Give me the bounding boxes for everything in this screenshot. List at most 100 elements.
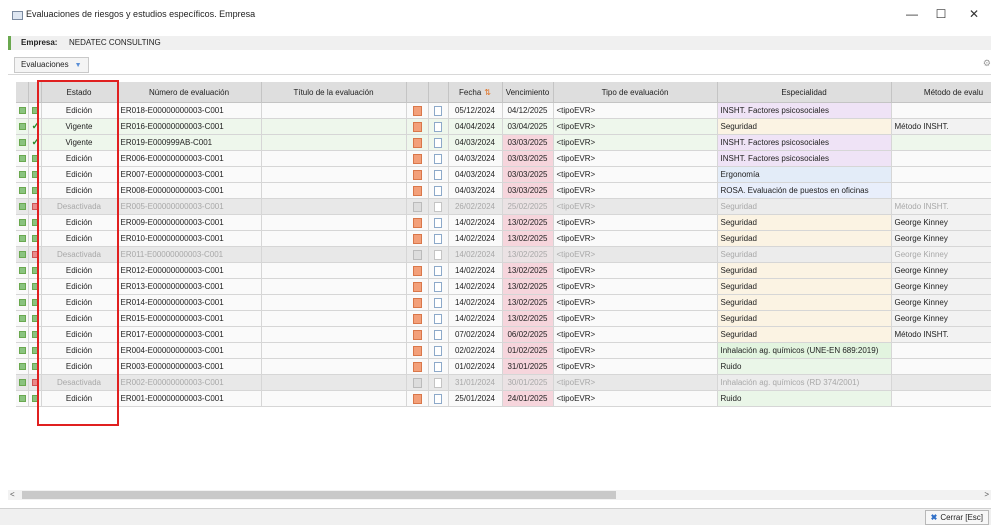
doc2-cell[interactable] bbox=[428, 342, 449, 359]
document-icon[interactable] bbox=[434, 265, 442, 276]
table-row[interactable]: Edición ER004-E00000000003-C001 02/02/2024… bbox=[16, 342, 991, 359]
maximize-button[interactable]: ☐ bbox=[926, 4, 956, 24]
close-window-button[interactable]: ✕ bbox=[959, 4, 989, 24]
document-icon[interactable] bbox=[434, 105, 442, 116]
document-icon[interactable] bbox=[434, 217, 442, 228]
report-icon[interactable] bbox=[412, 249, 422, 260]
report-icon[interactable] bbox=[412, 105, 422, 116]
row-select-cell[interactable] bbox=[16, 134, 29, 151]
doc-cell[interactable] bbox=[406, 262, 429, 279]
doc-cell[interactable] bbox=[406, 294, 429, 311]
row-select-cell[interactable] bbox=[16, 102, 29, 119]
doc2-cell[interactable] bbox=[428, 326, 449, 343]
document-icon[interactable] bbox=[434, 297, 442, 308]
header-col-estado[interactable]: Estado bbox=[41, 82, 118, 103]
doc-cell[interactable] bbox=[406, 390, 429, 407]
table-row[interactable]: Desactivada ER002-E00000000003-C001 31/01/… bbox=[16, 374, 991, 391]
document-icon[interactable] bbox=[434, 153, 442, 164]
select-square-icon[interactable] bbox=[19, 379, 26, 387]
row-select-cell[interactable] bbox=[16, 374, 29, 391]
report-icon[interactable] bbox=[412, 281, 422, 292]
doc-cell[interactable] bbox=[406, 374, 429, 391]
row-select-cell[interactable] bbox=[16, 278, 29, 295]
report-icon[interactable] bbox=[412, 377, 422, 388]
doc2-cell[interactable] bbox=[428, 390, 449, 407]
row-select-cell[interactable] bbox=[16, 358, 29, 375]
doc-cell[interactable] bbox=[406, 342, 429, 359]
header-col-vencimiento[interactable]: Vencimiento bbox=[502, 82, 554, 103]
row-select-cell[interactable] bbox=[16, 118, 29, 135]
select-square-icon[interactable] bbox=[19, 363, 26, 371]
doc-cell[interactable] bbox=[406, 150, 429, 167]
doc-cell[interactable] bbox=[406, 278, 429, 295]
select-square-icon[interactable] bbox=[19, 315, 26, 323]
report-icon[interactable] bbox=[412, 185, 422, 196]
doc2-cell[interactable] bbox=[428, 182, 449, 199]
doc2-cell[interactable] bbox=[428, 102, 449, 119]
table-row[interactable]: Edición ER010-E00000000003-C001 14/02/2024… bbox=[16, 230, 991, 247]
doc-cell[interactable] bbox=[406, 118, 429, 135]
header-col-especialidad[interactable]: Especialidad bbox=[717, 82, 892, 103]
doc2-cell[interactable] bbox=[428, 278, 449, 295]
scroll-right-arrow[interactable]: > bbox=[984, 490, 989, 499]
document-icon[interactable] bbox=[434, 345, 442, 356]
report-icon[interactable] bbox=[412, 201, 422, 212]
row-select-cell[interactable] bbox=[16, 214, 29, 231]
report-icon[interactable] bbox=[412, 233, 422, 244]
minimize-button[interactable]: — bbox=[897, 4, 927, 24]
doc-cell[interactable] bbox=[406, 246, 429, 263]
doc-cell[interactable] bbox=[406, 102, 429, 119]
report-icon[interactable] bbox=[412, 121, 422, 132]
report-icon[interactable] bbox=[412, 393, 422, 404]
table-row[interactable]: Edición ER008-E00000000003-C001 04/03/2024… bbox=[16, 182, 991, 199]
report-icon[interactable] bbox=[412, 265, 422, 276]
doc-cell[interactable] bbox=[406, 182, 429, 199]
doc2-cell[interactable] bbox=[428, 374, 449, 391]
select-square-icon[interactable] bbox=[19, 283, 26, 291]
doc-cell[interactable] bbox=[406, 326, 429, 343]
table-row[interactable]: Edición ER006-E00000000003-C001 04/03/2024… bbox=[16, 150, 991, 167]
doc2-cell[interactable] bbox=[428, 214, 449, 231]
row-select-cell[interactable] bbox=[16, 198, 29, 215]
cerrar-button[interactable]: ✖ Cerrar [Esc] bbox=[924, 510, 989, 525]
sort-icon[interactable]: ⇅ bbox=[484, 88, 491, 97]
select-square-icon[interactable] bbox=[19, 347, 26, 355]
report-icon[interactable] bbox=[412, 345, 422, 356]
document-icon[interactable] bbox=[434, 393, 442, 404]
select-square-icon[interactable] bbox=[19, 187, 26, 195]
report-icon[interactable] bbox=[412, 217, 422, 228]
doc-cell[interactable] bbox=[406, 230, 429, 247]
doc-cell[interactable] bbox=[406, 166, 429, 183]
report-icon[interactable] bbox=[412, 313, 422, 324]
scrollbar-thumb[interactable] bbox=[22, 491, 616, 499]
doc2-cell[interactable] bbox=[428, 230, 449, 247]
row-select-cell[interactable] bbox=[16, 326, 29, 343]
header-col-metodo[interactable]: Método de evalu bbox=[891, 82, 991, 103]
select-square-icon[interactable] bbox=[19, 219, 26, 227]
row-select-cell[interactable] bbox=[16, 230, 29, 247]
gear-icon[interactable]: ⚙ bbox=[983, 58, 991, 69]
document-icon[interactable] bbox=[434, 377, 442, 388]
select-square-icon[interactable] bbox=[19, 203, 26, 211]
doc-cell[interactable] bbox=[406, 134, 429, 151]
table-row[interactable]: Edición ER013-E00000000003-C001 14/02/2024… bbox=[16, 278, 991, 295]
row-select-cell[interactable] bbox=[16, 182, 29, 199]
select-square-icon[interactable] bbox=[19, 171, 26, 179]
report-icon[interactable] bbox=[412, 297, 422, 308]
document-icon[interactable] bbox=[434, 249, 442, 260]
table-row[interactable]: Edición ER003-E00000000003-C001 01/02/2024… bbox=[16, 358, 991, 375]
header-col-status-icon[interactable] bbox=[28, 82, 42, 103]
row-select-cell[interactable] bbox=[16, 150, 29, 167]
header-col-select[interactable] bbox=[16, 82, 29, 103]
header-col-titulo[interactable]: Título de la evaluación bbox=[261, 82, 407, 103]
doc2-cell[interactable] bbox=[428, 166, 449, 183]
document-icon[interactable] bbox=[434, 169, 442, 180]
select-square-icon[interactable] bbox=[19, 267, 26, 275]
table-row[interactable]: Edición ER007-E00000000003-C001 04/03/2024… bbox=[16, 166, 991, 183]
table-row[interactable]: Edición ER012-E00000000003-C001 14/02/2024… bbox=[16, 262, 991, 279]
doc2-cell[interactable] bbox=[428, 294, 449, 311]
document-icon[interactable] bbox=[434, 121, 442, 132]
doc-cell[interactable] bbox=[406, 358, 429, 375]
horizontal-scrollbar[interactable]: < > bbox=[8, 490, 991, 500]
table-row[interactable]: ✓ Vigente ER019-E000999AB-C001 04/03/2024 03… bbox=[16, 134, 991, 151]
